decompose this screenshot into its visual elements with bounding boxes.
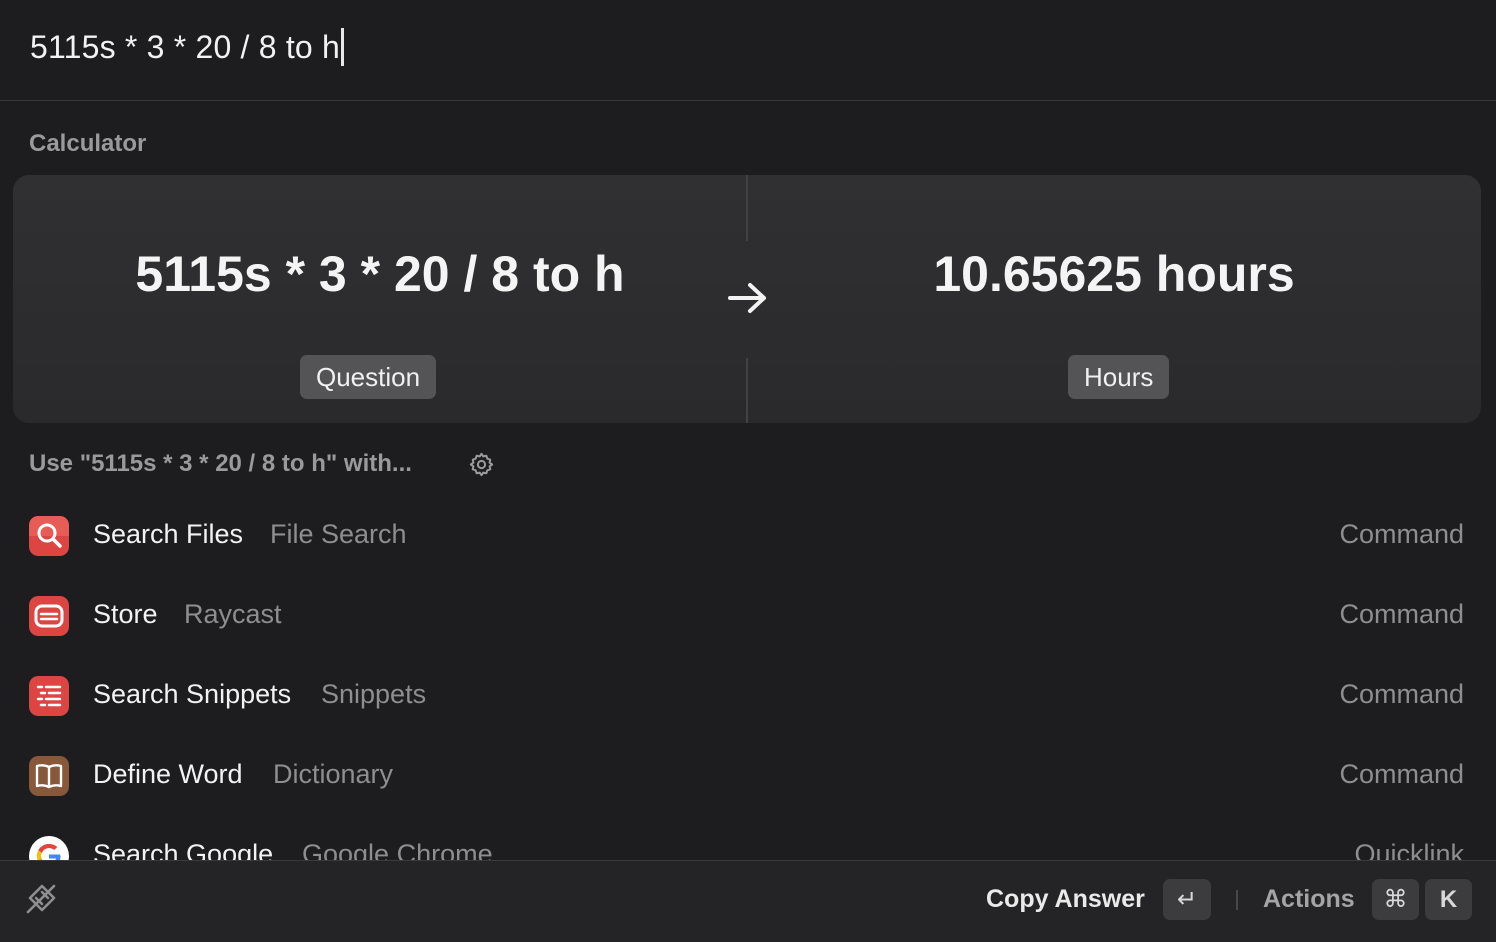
raycast-window: 5115s * 3 * 20 / 8 to h Calculator 5115s…: [0, 0, 1496, 942]
k-key-hint: K: [1425, 879, 1472, 920]
list-item[interactable]: Search Google Google Chrome Quicklink: [0, 816, 1496, 860]
enter-key-hint: ↵: [1163, 879, 1211, 920]
search-query-text: 5115s * 3 * 20 / 8 to h: [30, 28, 341, 65]
list-item-title: Search Files: [93, 519, 244, 549]
list-item-subtitle: Snippets: [321, 679, 427, 709]
list-item-title: Search Snippets: [93, 679, 292, 709]
action-bar: Copy Answer ↵ Actions ⌘ K: [0, 860, 1496, 942]
list-item-type: Quicklink: [1354, 839, 1464, 860]
list-item-type: Command: [1339, 599, 1464, 629]
list-item-type: Command: [1339, 679, 1464, 709]
question-tag: Question: [300, 355, 437, 399]
calculator-question-panel: 5115s * 3 * 20 / 8 to h Question: [13, 175, 747, 423]
search-input[interactable]: 5115s * 3 * 20 / 8 to h: [30, 24, 345, 70]
list-item[interactable]: Search Snippets Snippets Command: [0, 656, 1496, 736]
store-icon: [29, 596, 69, 636]
footer-divider: [1236, 890, 1238, 910]
magnifier-icon: [29, 516, 69, 556]
list-item-title: Define Word: [93, 759, 243, 789]
results-list: Search Files File Search Command Store R…: [0, 496, 1496, 860]
google-icon: [29, 836, 69, 860]
gear-icon[interactable]: [468, 451, 495, 478]
list-item[interactable]: Search Files File Search Command: [0, 496, 1496, 576]
calculator-question: 5115s * 3 * 20 / 8 to h: [135, 246, 625, 302]
list-item-subtitle: File Search: [270, 519, 407, 549]
answer-unit-tag: Hours: [1068, 355, 1170, 399]
list-item-title: Store: [93, 599, 158, 629]
list-item-title: Search Google: [93, 839, 274, 860]
book-icon: [29, 756, 69, 796]
list-item-subtitle: Google Chrome: [302, 839, 493, 860]
use-with-header: Use "5115s * 3 * 20 / 8 to h" with...: [29, 450, 412, 477]
copy-answer-button[interactable]: Copy Answer: [986, 885, 1145, 914]
snippets-icon: [29, 676, 69, 716]
command-key-hint: ⌘: [1372, 879, 1419, 920]
list-item-subtitle: Raycast: [184, 599, 282, 629]
actions-button[interactable]: Actions: [1263, 885, 1355, 914]
search-bar: 5115s * 3 * 20 / 8 to h: [0, 0, 1496, 101]
calculator-answer: 10.65625 hours: [933, 246, 1295, 302]
list-item-type: Command: [1339, 519, 1464, 549]
list-item-type: Command: [1339, 759, 1464, 789]
calculator-answer-panel: 10.65625 hours Hours: [747, 175, 1481, 423]
calculator-result-card[interactable]: 5115s * 3 * 20 / 8 to h Question 10.6562…: [13, 175, 1481, 423]
list-item-subtitle: Dictionary: [273, 759, 394, 789]
text-caret: [341, 28, 345, 66]
calculator-section-title: Calculator: [29, 130, 147, 157]
raycast-logo-icon[interactable]: [22, 880, 60, 918]
list-item[interactable]: Define Word Dictionary Command: [0, 736, 1496, 816]
list-item[interactable]: Store Raycast Command: [0, 576, 1496, 656]
